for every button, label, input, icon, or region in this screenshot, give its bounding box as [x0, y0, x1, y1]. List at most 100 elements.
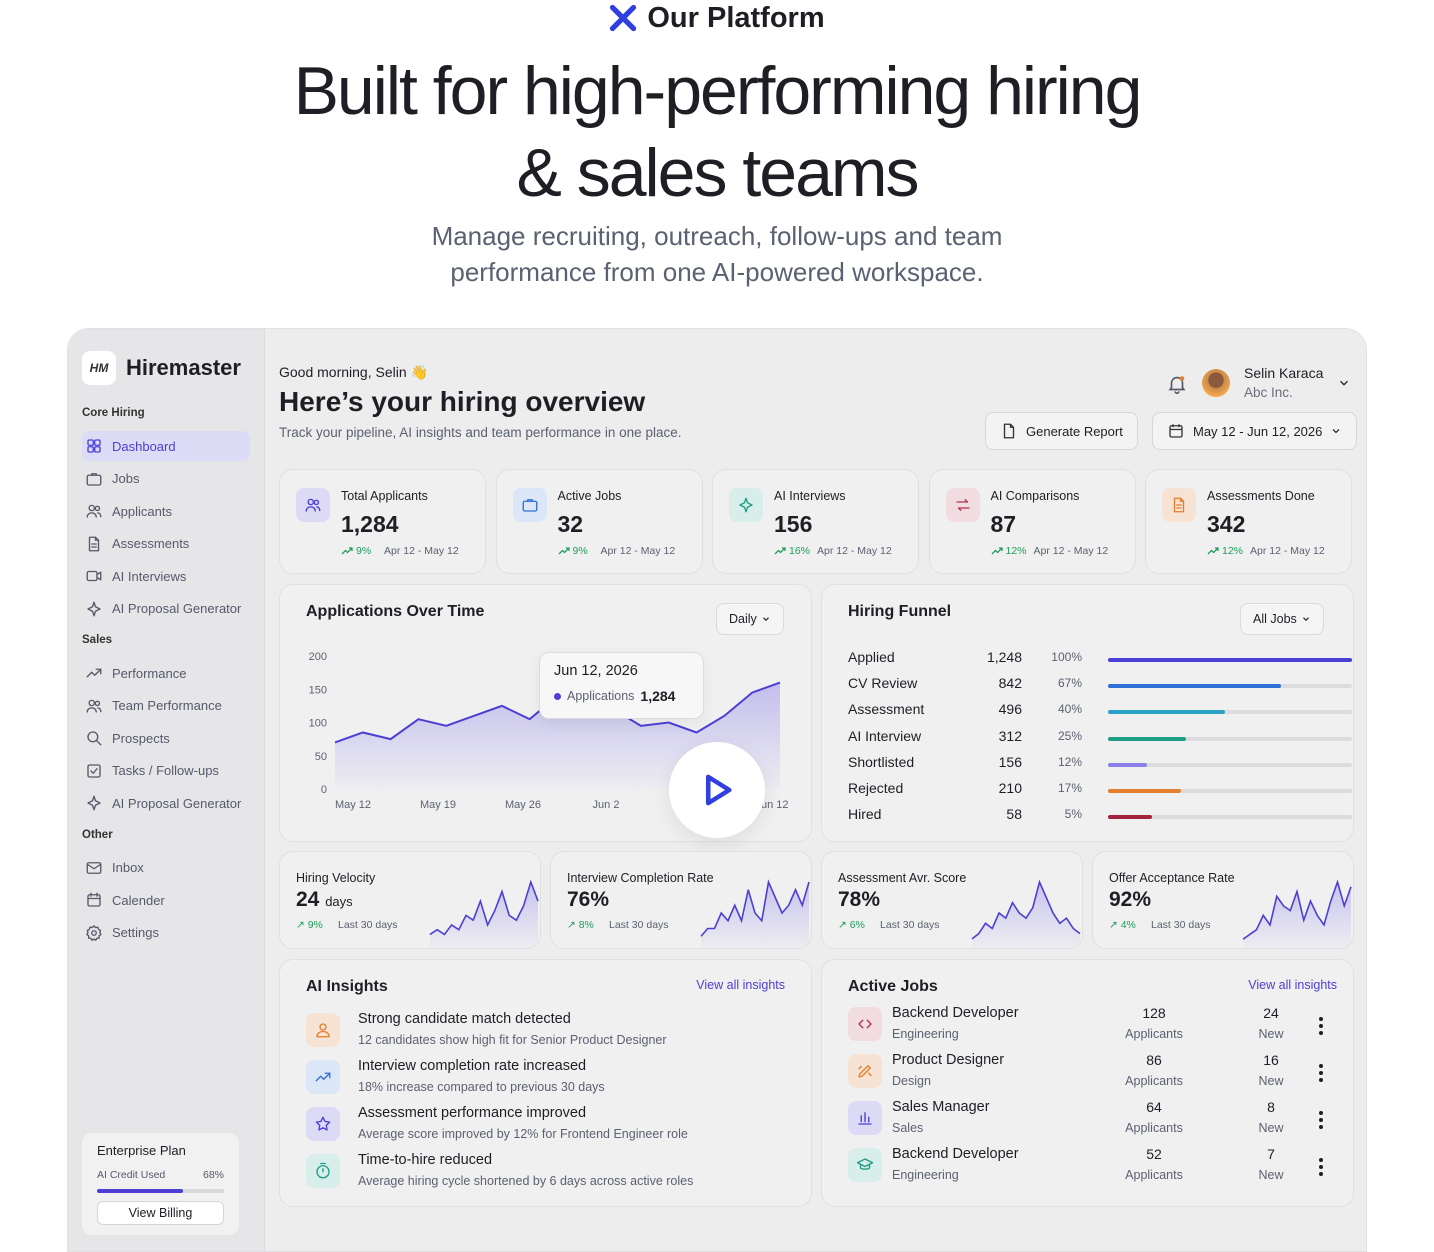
- funnel-bar-track: [1108, 710, 1352, 715]
- x-tick-label: Jun 2: [593, 799, 620, 811]
- sidebar-item-prospects[interactable]: Prospects: [82, 723, 250, 753]
- generate-report-button[interactable]: Generate Report: [985, 412, 1138, 450]
- stat-trend: 9%: [558, 545, 588, 557]
- funnel-stage: AI Interview: [848, 727, 922, 744]
- metric-card-offer-acceptance-rate[interactable]: Offer Acceptance Rate 92% ↗ 4% Last 30 day…: [1092, 851, 1354, 949]
- sidebar-item-ai-proposal-generator[interactable]: AI Proposal Generator: [82, 594, 250, 624]
- view-billing-button[interactable]: View Billing: [97, 1201, 224, 1225]
- job-row[interactable]: Backend Developer Engineering 128 Applicant…: [848, 1005, 1334, 1049]
- credit-pct: 68%: [202, 1169, 224, 1181]
- metric-sparkline: [700, 879, 810, 948]
- tooltip-value: 1,284: [640, 688, 676, 704]
- date-range-picker[interactable]: May 12 - Jun 12, 2026: [1152, 412, 1358, 450]
- funnel-bar: [1108, 789, 1182, 793]
- insight-item[interactable]: Time-to-hire reduced Average hiring cycle…: [306, 1152, 786, 1194]
- jobs-filter-dropdown[interactable]: All Jobs: [1240, 603, 1324, 635]
- job-applicants-label: Applicants: [1125, 1121, 1183, 1135]
- funnel-row-hired: Hired 58 5%: [848, 806, 1352, 826]
- stat-card-ai-interviews[interactable]: AI Interviews 156 16% Apr 12 - May 12: [712, 469, 919, 574]
- funnel-bar: [1108, 736, 1187, 741]
- job-new: 16: [1263, 1052, 1279, 1068]
- job-new: 8: [1267, 1099, 1275, 1115]
- sidebar-item-ai-interviews[interactable]: AI Interviews: [82, 561, 250, 591]
- generate-report-label: Generate Report: [1026, 423, 1123, 439]
- sidebar-item-tasks-follow-ups[interactable]: Tasks / Follow-ups: [82, 756, 250, 786]
- insight-item[interactable]: Assessment performance improved Average s…: [306, 1105, 786, 1147]
- insight-icon-wrap: [306, 1060, 340, 1094]
- users-icon: [86, 504, 102, 518]
- more-options-icon[interactable]: [1318, 1017, 1324, 1035]
- metric-trend: ↗ 9%: [296, 919, 323, 931]
- insight-desc: Average score improved by 12% for Fronte…: [358, 1127, 688, 1141]
- funnel-stage: Assessment: [848, 701, 925, 718]
- briefcase-icon: [522, 499, 537, 512]
- sidebar-item-settings[interactable]: Settings: [82, 918, 250, 948]
- headline-line-2: & sales teams: [516, 135, 919, 211]
- job-new: 7: [1267, 1146, 1275, 1162]
- sidebar-item-team-performance[interactable]: Team Performance: [82, 691, 250, 721]
- sidebar-item-applicants[interactable]: Applicants: [82, 496, 250, 526]
- stat-card-active-jobs[interactable]: Active Jobs 32 9% Apr 12 - May 12: [495, 469, 703, 574]
- sidebar-item-calender[interactable]: Calender: [82, 885, 250, 915]
- sidebar-item-dashboard[interactable]: Dashboard: [82, 431, 250, 461]
- chart-tooltip: Jun 12, 2026 Applications 1,284: [539, 652, 704, 719]
- job-title: Sales Manager: [892, 1099, 990, 1115]
- y-tick-label: 0: [321, 784, 327, 796]
- sidebar-item-performance[interactable]: Performance: [82, 658, 250, 688]
- granularity-dropdown[interactable]: Daily: [716, 603, 784, 635]
- more-options-icon[interactable]: [1318, 1158, 1324, 1176]
- bell-icon[interactable]: [1166, 373, 1188, 395]
- job-new-label: New: [1258, 1027, 1284, 1041]
- insight-item[interactable]: Strong candidate match detected 12 candid…: [306, 1011, 786, 1053]
- metric-card-hiring-velocity[interactable]: Hiring Velocity 24 days ↗ 9% Last 30 days: [279, 851, 541, 949]
- insight-item[interactable]: Interview completion rate increased 18% i…: [306, 1058, 786, 1100]
- chevron-down-icon[interactable]: [1337, 376, 1351, 390]
- view-all-jobs-link[interactable]: View all insights: [1248, 978, 1337, 992]
- stat-card-ai-comparisons[interactable]: AI Comparisons 87 12% Apr 12 - May 12: [928, 469, 1136, 574]
- job-row[interactable]: Sales Manager Sales 64 Applicants 8 New: [848, 1099, 1334, 1143]
- sidebar-item-jobs[interactable]: Jobs: [82, 464, 250, 494]
- metric-label: Interview Completion Rate: [567, 871, 714, 885]
- funnel-row-assessment: Assessment 496 40%: [848, 701, 1352, 721]
- job-row[interactable]: Product Designer Design 86 Applicants 16 New: [848, 1052, 1334, 1096]
- y-tick-label: 200: [309, 651, 327, 663]
- logo-mark: HM: [82, 351, 116, 385]
- job-title: Backend Developer: [892, 1005, 1019, 1021]
- metric-card-interview-completion-rate[interactable]: Interview Completion Rate 76% ↗ 8% Last 30…: [550, 851, 812, 949]
- subheadline-line-1: Manage recruiting, outreach, follow-ups …: [431, 221, 1003, 251]
- job-row[interactable]: Backend Developer Engineering 52 Applicants…: [848, 1146, 1334, 1190]
- stat-value: 32: [557, 511, 584, 537]
- more-options-icon[interactable]: [1318, 1111, 1324, 1129]
- play-video-button[interactable]: [669, 742, 765, 838]
- stat-card-assessments-done[interactable]: Assessments Done 342 12% Apr 12 - May 12: [1145, 469, 1352, 574]
- sidebar-item-assessments[interactable]: Assessments: [82, 529, 250, 559]
- job-new-label: New: [1258, 1168, 1284, 1182]
- sidebar-item-inbox[interactable]: Inbox: [82, 853, 250, 883]
- trend-icon: [86, 668, 102, 678]
- logo[interactable]: HM Hiremaster: [82, 351, 241, 385]
- funnel-row-rejected: Rejected 210 17%: [848, 780, 1352, 800]
- credit-progress-fill: [97, 1189, 184, 1193]
- job-applicants-label: Applicants: [1125, 1074, 1183, 1088]
- sidebar-item-ai-proposal-generator[interactable]: AI Proposal Generator: [82, 788, 250, 818]
- funnel-stage: Rejected: [848, 780, 904, 796]
- metric-trend: ↗ 4%: [1109, 919, 1136, 931]
- sidebar-item-label: Prospects: [112, 730, 170, 746]
- document-icon: [1173, 497, 1185, 513]
- funnel-pct: 17%: [1057, 781, 1082, 795]
- stat-icon-wrap: [512, 488, 547, 522]
- page-subtitle: Track your pipeline, AI insights and tea…: [279, 425, 682, 440]
- more-options-icon[interactable]: [1318, 1064, 1324, 1082]
- user-menu[interactable]: Selin Karaca Abc Inc.: [1202, 365, 1351, 400]
- stat-icon-wrap: [1162, 488, 1196, 522]
- funnel-row-shortlisted: Shortlisted 156 12%: [848, 754, 1352, 774]
- stat-card-total-applicants[interactable]: Total Applicants 1,284 9% Apr 12 - May 12: [279, 469, 486, 574]
- funnel-pct: 40%: [1057, 702, 1082, 717]
- sidebar-section-label: Sales: [82, 634, 113, 646]
- plan-title: Enterprise Plan: [97, 1143, 186, 1158]
- stat-trend: 9%: [341, 545, 371, 557]
- view-all-insights-link[interactable]: View all insights: [696, 978, 785, 992]
- metric-card-assessment-avr-score[interactable]: Assessment Avr. Score 78% ↗ 6% Last 30 day…: [821, 851, 1083, 949]
- insight-title: Interview completion rate increased: [358, 1058, 587, 1074]
- file-icon: [1003, 423, 1015, 439]
